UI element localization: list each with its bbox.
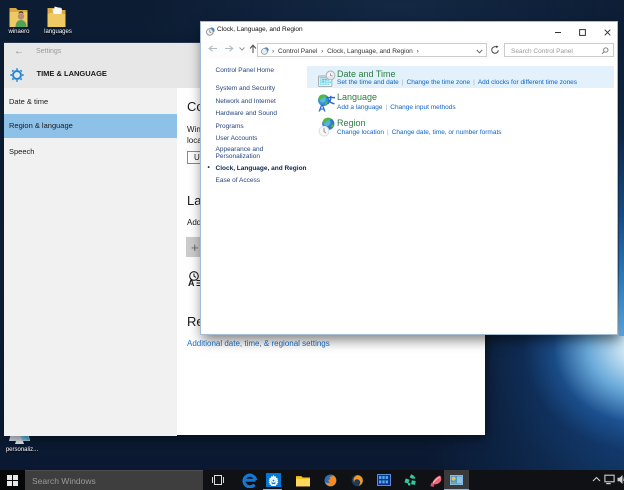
svg-text:A: A: [318, 103, 326, 114]
svg-text:A: A: [188, 278, 195, 287]
